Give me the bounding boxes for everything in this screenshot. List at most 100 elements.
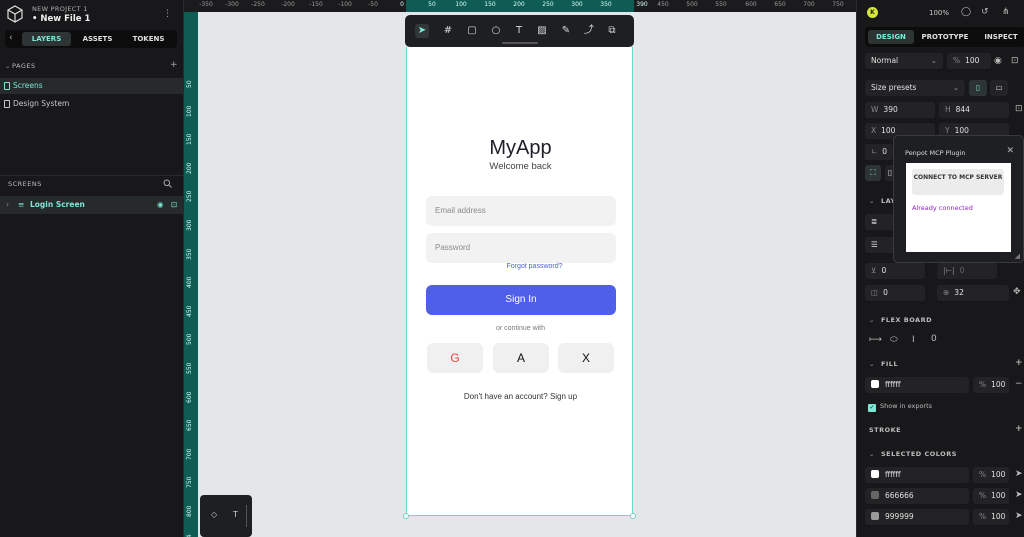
padding-all-input[interactable]: ⊕ 32 — [937, 285, 1009, 301]
fill-color-input[interactable]: ffffff — [865, 377, 969, 393]
sign-up-text[interactable]: Don't have an account? Sign up — [407, 392, 634, 401]
resize-handle[interactable] — [403, 513, 409, 519]
show-in-exports-row[interactable]: ✓ Show in exports — [868, 402, 932, 412]
selected-color-row[interactable]: 666666 — [865, 488, 969, 504]
remove-fill-icon[interactable]: − — [1015, 379, 1023, 389]
sign-in-button[interactable]: Sign In — [426, 285, 616, 315]
select-shapes-icon[interactable]: ➤ — [1015, 511, 1023, 521]
tab-assets[interactable]: ASSETS — [73, 32, 122, 46]
tab-prototype[interactable]: PROTOTYPE — [917, 30, 973, 44]
radius-input[interactable]: ∟ 0 — [865, 144, 893, 160]
chevron-left-icon[interactable]: ‹ — [9, 33, 13, 43]
selected-color-opacity[interactable]: % 100 — [973, 509, 1009, 525]
auto-width-icon[interactable]: ⬭ — [890, 335, 898, 345]
align-left-icon[interactable]: ≣ — [865, 214, 895, 230]
ruler-tick-label: 400 — [186, 276, 193, 289]
file-name[interactable]: • New File 1 — [32, 14, 90, 24]
page-item-design-system[interactable]: Design System — [0, 96, 184, 112]
selected-color-opacity[interactable]: % 100 — [973, 488, 1009, 504]
column-gap-input[interactable]: |⊢| 0 — [937, 263, 997, 279]
typography-icon[interactable]: ◇ — [211, 510, 217, 519]
lock-icon[interactable]: ⊡ — [1011, 56, 1019, 66]
board-tool-icon[interactable]: # — [441, 24, 455, 38]
size-presets-select[interactable]: Size presets ⌄ — [865, 80, 965, 96]
page-item-screens[interactable]: Screens — [0, 78, 184, 94]
fill-opacity-input[interactable]: % 100 — [973, 377, 1009, 393]
toolbar-drag-handle[interactable] — [502, 42, 538, 44]
password-field[interactable]: Password — [426, 233, 616, 263]
chevron-right-icon[interactable]: › — [6, 196, 9, 214]
add-fill-icon[interactable]: + — [1015, 358, 1023, 368]
rectangle-tool-icon[interactable]: ▢ — [465, 24, 479, 38]
layer-row-login-screen[interactable]: › ≡ Login Screen ◉ ⊡ — [0, 196, 184, 214]
resize-handle[interactable] — [630, 513, 636, 519]
connect-mcp-button[interactable]: CONNECT TO MCP SERVER — [912, 169, 1004, 195]
gap-input[interactable]: ⊻ 0 — [865, 263, 925, 279]
width-input[interactable]: W 390 — [865, 102, 935, 118]
proportion-lock-icon[interactable]: ⊡ — [1015, 104, 1023, 114]
pencil-tool-icon[interactable]: ✎ — [559, 24, 573, 38]
tab-layers[interactable]: LAYERS — [22, 32, 71, 46]
select-shapes-icon[interactable]: ➤ — [1015, 469, 1023, 479]
page-icon — [4, 82, 10, 90]
ruler-tick-label: 450 — [657, 1, 669, 8]
path-tool-icon[interactable]: ⤴ — [582, 24, 596, 38]
ruler-tick-label: 250 — [186, 190, 193, 203]
share-icon[interactable]: ⋔ — [1002, 7, 1010, 17]
plugins-tool-icon[interactable]: ⧉ — [605, 24, 619, 38]
text-icon[interactable]: T — [233, 510, 238, 519]
padding-options-icon[interactable]: ✥ — [1013, 287, 1021, 297]
canvas[interactable]: ➤ # ▢ ○ T ▨ ✎ ⤴ ⧉ MyApp Welcome back Ema… — [198, 12, 856, 537]
fix-height-icon[interactable]: I — [912, 335, 915, 345]
tab-design[interactable]: DESIGN — [868, 30, 914, 44]
fix-width-icon[interactable]: ⟼ — [869, 335, 882, 345]
google-button[interactable]: G — [427, 343, 483, 373]
resize-grip-icon[interactable]: ◢ — [1015, 252, 1020, 260]
color-swatch[interactable] — [871, 512, 879, 520]
project-name: NEW PROJECT 1 — [32, 5, 88, 13]
comments-icon[interactable]: ◯ — [961, 7, 971, 17]
zero-icon[interactable]: 0 — [931, 334, 937, 344]
color-swatch[interactable] — [871, 470, 879, 478]
add-stroke-icon[interactable]: + — [1015, 424, 1023, 434]
tab-tokens[interactable]: TOKENS — [124, 32, 173, 46]
select-shapes-icon[interactable]: ➤ — [1015, 490, 1023, 500]
tab-inspect[interactable]: INSPECT — [976, 30, 1024, 44]
close-icon[interactable]: ✕ — [1006, 146, 1014, 156]
eye-icon[interactable]: ◉ — [157, 196, 164, 214]
padding-input[interactable]: ◫ 0 — [865, 285, 925, 301]
color-swatch[interactable] — [871, 491, 879, 499]
login-screen-board[interactable]: MyApp Welcome back Email address Passwor… — [403, 47, 636, 519]
clip-content-icon[interactable]: ⛶ — [865, 165, 881, 181]
apple-button[interactable]: A — [493, 343, 549, 373]
selected-color-row[interactable]: ffffff — [865, 467, 969, 483]
checkbox-checked-icon[interactable]: ✓ — [868, 404, 876, 412]
layer-opacity-input[interactable]: % 100 — [947, 53, 991, 69]
image-tool-icon[interactable]: ▨ — [535, 24, 549, 38]
selected-color-opacity[interactable]: % 100 — [973, 467, 1009, 483]
move-tool-icon[interactable]: ➤ — [415, 24, 429, 38]
text-tool-icon[interactable]: T — [512, 24, 526, 38]
blend-mode-select[interactable]: Normal ⌄ — [865, 53, 943, 69]
ellipse-tool-icon[interactable]: ○ — [489, 24, 503, 38]
email-field[interactable]: Email address — [426, 196, 616, 226]
fill-swatch[interactable] — [871, 380, 879, 388]
avatar[interactable]: K — [867, 7, 878, 18]
pages-heading: PAGES — [12, 62, 36, 70]
forgot-password-link[interactable]: Forgot password? — [407, 263, 634, 270]
search-icon[interactable] — [163, 179, 172, 188]
portrait-orientation-icon[interactable]: ▯ — [969, 80, 987, 96]
ruler-tick-label: 150 — [484, 1, 496, 8]
height-input[interactable]: H 844 — [939, 102, 1009, 118]
add-page-icon[interactable]: + — [170, 60, 178, 70]
selected-color-row[interactable]: 999999 — [865, 509, 969, 525]
zoom-level[interactable]: 100% — [929, 9, 949, 17]
x-button[interactable]: X — [558, 343, 614, 373]
align-vertical-icon[interactable]: ☰ — [865, 237, 895, 253]
page-item-label: Design System — [13, 99, 70, 108]
landscape-orientation-icon[interactable]: ▭ — [990, 80, 1008, 96]
eye-icon[interactable]: ◉ — [994, 56, 1002, 66]
project-menu-icon[interactable]: ⋮ — [163, 9, 172, 19]
history-icon[interactable]: ↺ — [981, 7, 989, 17]
lock-icon[interactable]: ⊡ — [171, 196, 177, 214]
